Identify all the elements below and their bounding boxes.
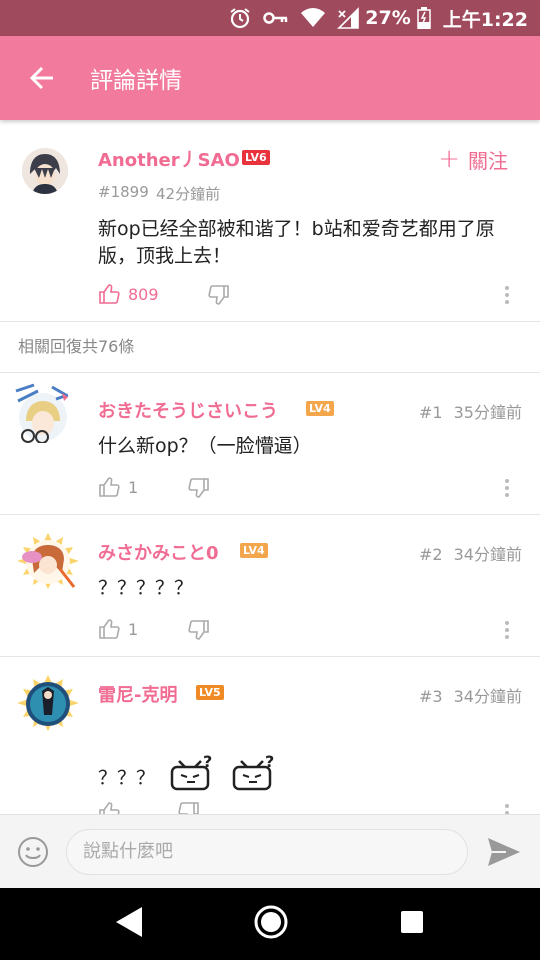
thumbs-down-icon xyxy=(178,802,199,814)
reply-time: 34分鐘前 xyxy=(453,687,522,706)
home-nav-button[interactable] xyxy=(253,904,289,944)
like-button[interactable]: 809 xyxy=(98,283,159,305)
dislike-button[interactable] xyxy=(178,801,200,814)
username[interactable]: みさかみこと0 xyxy=(98,539,219,565)
thumbs-up-icon xyxy=(99,477,120,497)
comment-detail-content[interactable]: Another丿SAO LV6 + 關注 #1899 42分鐘前 新op已经全部… xyxy=(0,120,540,814)
thumbs-down-icon xyxy=(188,620,209,640)
status-bar: 27% 上午1:22 xyxy=(0,0,540,36)
comment-id: #1899 xyxy=(98,183,149,201)
like-button[interactable]: 1 xyxy=(98,476,138,498)
emoji-button[interactable] xyxy=(16,835,50,873)
reply-meta: #2 34分鐘前 xyxy=(419,541,522,565)
reply-meta: #1 35分鐘前 xyxy=(419,399,522,423)
clock: 上午1:22 xyxy=(442,8,528,31)
avatar[interactable] xyxy=(10,671,86,737)
thumbs-up-icon xyxy=(99,284,120,304)
thumbs-down-icon xyxy=(188,478,209,498)
plus-icon: + xyxy=(438,144,460,174)
level-badge: LV4 xyxy=(306,401,334,416)
tv-emoticon-icon: ? xyxy=(169,752,215,801)
floor-number: #3 xyxy=(418,687,443,706)
send-button[interactable] xyxy=(486,835,522,873)
floor-number: #1 xyxy=(418,403,443,422)
more-options-icon[interactable] xyxy=(497,476,517,500)
circle-home-icon xyxy=(254,905,288,939)
arrow-left-icon xyxy=(29,66,53,90)
reply-item: おきたそうじさいこう LV4 #1 35分鐘前 什么新op？（一脸懵逼） 1 xyxy=(0,372,540,514)
system-nav-bar xyxy=(0,888,540,960)
like-button[interactable] xyxy=(98,801,120,814)
key-icon xyxy=(263,10,289,26)
send-icon xyxy=(488,838,520,866)
smiley-icon xyxy=(18,837,48,867)
reply-item: みさかみこと0 LV4 #2 34分鐘前 ？？？？？ 1 xyxy=(0,514,540,656)
reply-text-content: ？？？ xyxy=(98,766,156,789)
level-badge: LV5 xyxy=(196,685,224,700)
more-options-icon[interactable] xyxy=(497,283,517,307)
username[interactable]: Another丿SAO xyxy=(98,146,240,172)
reply-time: 35分鐘前 xyxy=(453,403,522,422)
username[interactable]: おきたそうじさいこう xyxy=(98,397,278,423)
like-count: 1 xyxy=(128,477,139,497)
back-nav-button[interactable] xyxy=(114,905,144,943)
triangle-back-icon xyxy=(116,907,143,937)
svg-text:?: ? xyxy=(203,755,212,771)
wifi-icon xyxy=(301,8,326,28)
reply-text: 什么新op？（一脸懵逼） xyxy=(98,435,312,457)
level-badge: LV6 xyxy=(242,150,270,165)
comment-input[interactable]: 說點什麼吧 xyxy=(66,829,468,875)
dislike-button[interactable] xyxy=(188,619,210,645)
main-comment: Another丿SAO LV6 + 關注 #1899 42分鐘前 新op已经全部… xyxy=(0,120,540,322)
square-recents-icon xyxy=(400,911,423,933)
thumbs-down-icon xyxy=(208,285,229,305)
reply-text: ？？？？？ xyxy=(98,577,194,599)
reply-text: ？？？ ? ? xyxy=(98,752,277,801)
like-button[interactable]: 1 xyxy=(98,618,138,640)
username[interactable]: 雷尼-克明 xyxy=(98,681,177,707)
reply-item: 雷尼-克明 LV5 #3 34分鐘前 ？？？ ? ? xyxy=(0,656,540,814)
recents-nav-button[interactable] xyxy=(398,908,426,940)
like-count: 809 xyxy=(128,284,159,304)
avatar[interactable] xyxy=(22,148,68,194)
like-count: 1 xyxy=(128,619,139,639)
battery-percent: 27% xyxy=(365,7,411,29)
more-options-icon[interactable] xyxy=(497,618,517,642)
signal-icon xyxy=(337,7,360,29)
follow-label: 關注 xyxy=(468,148,508,173)
reply-meta: #3 34分鐘前 xyxy=(419,683,522,707)
back-button[interactable] xyxy=(0,36,84,120)
dislike-button[interactable] xyxy=(188,477,210,503)
comment-time: 42分鐘前 xyxy=(156,185,221,203)
dislike-button[interactable] xyxy=(208,284,230,310)
page-title: 評論詳情 xyxy=(90,68,182,94)
level-badge: LV4 xyxy=(240,543,268,558)
svg-text:?: ? xyxy=(265,755,274,771)
reply-time: 34分鐘前 xyxy=(453,545,522,564)
thumbs-up-icon xyxy=(99,619,120,639)
avatar[interactable] xyxy=(12,381,74,443)
thumbs-up-icon xyxy=(99,802,120,814)
battery-icon xyxy=(416,7,431,29)
comment-input-bar: 說點什麼吧 xyxy=(0,814,540,888)
avatar[interactable] xyxy=(10,529,86,595)
alarm-icon xyxy=(229,7,251,29)
tv-emoticon-icon: ? xyxy=(231,752,277,801)
follow-button[interactable]: + 關注 xyxy=(438,144,508,174)
app-bar: 評論詳情 xyxy=(0,36,540,120)
comment-text: 新op已经全部被和谐了！b站和爱奇艺都用了原版，顶我上去！ xyxy=(98,218,495,267)
floor-number: #2 xyxy=(418,545,443,564)
replies-header: 相關回復共76條 xyxy=(0,322,540,372)
more-options-icon[interactable] xyxy=(497,801,517,814)
